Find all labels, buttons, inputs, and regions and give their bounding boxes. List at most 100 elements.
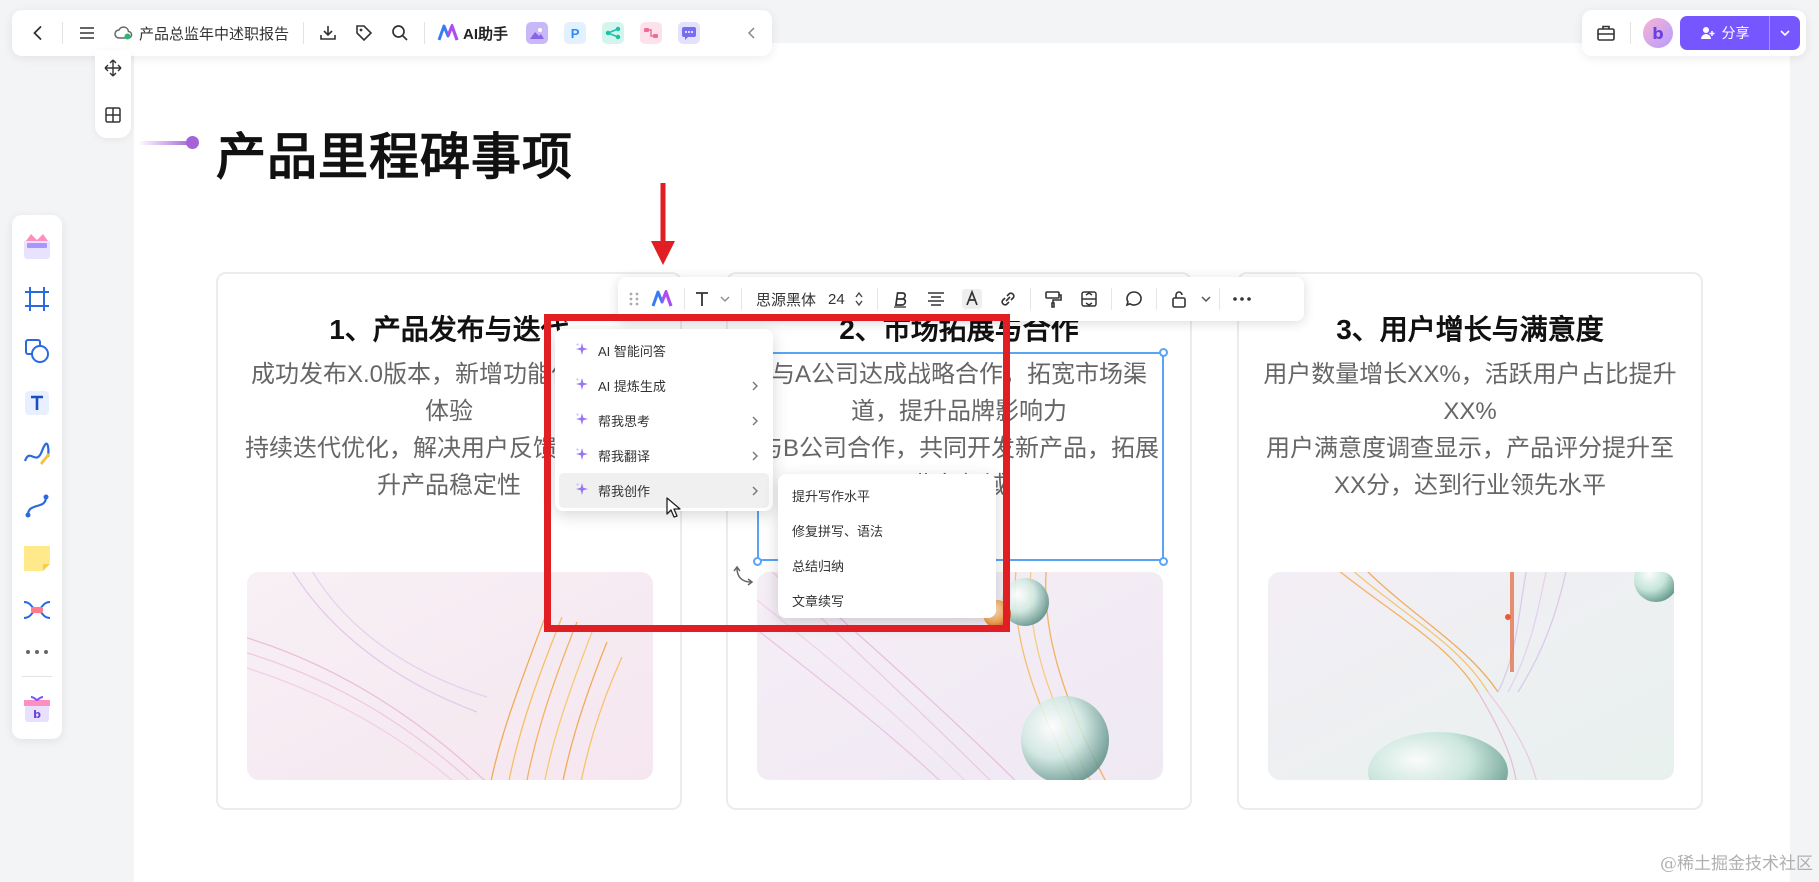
watermark: @稀土掘金技术社区 xyxy=(1660,854,1813,874)
ai-dropdown-menu: AI 智能问答 AI 提炼生成帮我思考 帮我翻译 帮我创作 xyxy=(555,329,773,511)
move-tool-button[interactable] xyxy=(103,58,123,83)
share-dropdown-button[interactable] xyxy=(1769,16,1800,50)
image-app-icon[interactable] xyxy=(526,22,549,44)
download-icon xyxy=(320,26,336,40)
ai-assistant-button[interactable]: AI助手 xyxy=(463,23,508,44)
ai-menu-item-label: AI 提炼生成 xyxy=(598,379,666,394)
frame-tool-button[interactable] xyxy=(17,277,57,321)
p-app-icon[interactable]: P xyxy=(564,22,587,44)
ai-submenu-item[interactable]: 提升写作水平 xyxy=(778,478,996,513)
align-center-icon xyxy=(927,292,944,306)
page-title[interactable]: 产品里程碑事项 xyxy=(216,117,573,189)
back-button[interactable] xyxy=(20,15,56,51)
divider xyxy=(62,22,63,44)
connector-icon xyxy=(25,494,49,518)
font-size-stepper[interactable] xyxy=(851,281,867,317)
lock-button[interactable] xyxy=(1161,281,1197,317)
chevron-down-icon xyxy=(1780,30,1790,37)
ai-menu-item[interactable]: AI 提炼生成 xyxy=(559,368,769,403)
annotation-arrow-icon xyxy=(651,183,675,265)
drag-handle[interactable] xyxy=(624,281,644,317)
text-style-dropdown[interactable] xyxy=(689,281,737,317)
share-button[interactable]: 分享 xyxy=(1680,16,1800,50)
card-title[interactable]: 3、用户增长与满意度 xyxy=(1239,308,1701,348)
search-button[interactable] xyxy=(382,15,418,51)
spacing-icon xyxy=(1080,291,1097,307)
sparkle-icon xyxy=(575,377,589,394)
ai-menu-item[interactable]: 帮我翻译 xyxy=(559,438,769,473)
ai-submenu-item[interactable]: 文章续写 xyxy=(778,583,996,618)
ai-menu-item[interactable]: 帮我创作 xyxy=(559,473,769,508)
ai-menu-item[interactable]: 帮我思考 xyxy=(559,403,769,438)
text-color-button[interactable] xyxy=(954,281,990,317)
search-icon xyxy=(392,25,408,41)
card-image[interactable] xyxy=(247,572,653,780)
ai-submenu-item[interactable]: 总结归纳 xyxy=(778,548,996,583)
mindmap-tool-button[interactable] xyxy=(17,588,57,632)
frame-icon xyxy=(25,286,49,311)
menu-button[interactable] xyxy=(69,15,105,51)
more-options-button[interactable] xyxy=(1224,281,1260,317)
resize-handle[interactable] xyxy=(1159,348,1168,357)
font-size-input[interactable]: 24 xyxy=(828,291,845,308)
more-tools-button[interactable] xyxy=(17,640,57,664)
card-paragraph: 用户满意度调查显示，产品评分提升至XX分，达到行业领先水平 xyxy=(1266,435,1674,499)
title-decoration-line xyxy=(138,141,192,145)
flow-app-icon[interactable] xyxy=(602,22,625,44)
ai-assist-button[interactable] xyxy=(644,281,680,317)
chevron-right-icon xyxy=(751,415,759,427)
sticky-note-tool-button[interactable] xyxy=(17,536,57,580)
connector-tool-button[interactable] xyxy=(17,484,57,528)
card-image[interactable] xyxy=(1268,572,1674,780)
add-user-icon xyxy=(1700,27,1714,39)
chevron-right-icon xyxy=(751,450,759,462)
avatar[interactable]: b xyxy=(1643,18,1673,48)
download-button[interactable] xyxy=(310,15,346,51)
toolbox-button[interactable] xyxy=(1588,15,1624,51)
ai-assistant-logo-icon[interactable] xyxy=(437,24,459,42)
template-tool-button[interactable] xyxy=(17,225,57,269)
bold-icon xyxy=(893,292,906,308)
divider xyxy=(1029,288,1031,310)
mindmap-app-icon[interactable] xyxy=(640,22,663,44)
milestone-card-3[interactable]: 3、用户增长与满意度 用户数量增长XX%，活跃用户占比提升XX% 用户满意度调查显… xyxy=(1237,272,1703,810)
more-icon xyxy=(1232,297,1251,301)
card-body[interactable]: 用户数量增长XX%，活跃用户占比提升XX% 用户满意度调查显示，产品评分提升至XX… xyxy=(1261,356,1679,504)
chat-app-icon[interactable] xyxy=(678,22,701,44)
divider xyxy=(1155,288,1157,310)
sparkle-icon xyxy=(575,412,589,429)
document-title[interactable]: 产品总监年中述职报告 xyxy=(139,23,289,44)
divider xyxy=(1630,22,1631,44)
comment-icon xyxy=(1125,291,1142,307)
text-style-icon xyxy=(696,292,730,306)
collapse-apps-button[interactable] xyxy=(740,15,764,51)
divider xyxy=(684,288,685,310)
unlock-icon xyxy=(1171,291,1186,308)
text-tool-button[interactable] xyxy=(17,381,57,425)
left-toolbar: b xyxy=(12,215,62,739)
link-button[interactable] xyxy=(990,281,1026,317)
ai-menu-item[interactable]: AI 智能问答 xyxy=(559,333,769,368)
shape-tool-button[interactable] xyxy=(17,329,57,373)
tag-button[interactable] xyxy=(346,15,382,51)
format-painter-button[interactable] xyxy=(1035,281,1071,317)
pen-tool-button[interactable] xyxy=(17,433,57,477)
align-button[interactable] xyxy=(918,281,954,317)
table-tool-button[interactable] xyxy=(103,105,123,130)
ai-menu-item-label: AI 智能问答 xyxy=(598,344,666,359)
plugin-box-button[interactable]: b xyxy=(17,687,57,731)
resize-handle[interactable] xyxy=(1159,557,1168,566)
sticky-note-icon xyxy=(24,546,50,572)
ai-submenu-item[interactable]: 修复拼写、语法 xyxy=(778,513,996,548)
ai-logo-icon xyxy=(651,290,673,307)
spacing-button[interactable] xyxy=(1071,281,1107,317)
rotate-handle[interactable] xyxy=(733,564,755,591)
sparkle-icon xyxy=(575,482,589,499)
font-family-select[interactable]: 思源黑体 xyxy=(756,289,816,310)
lock-dropdown-button[interactable] xyxy=(1197,281,1215,317)
bold-button[interactable] xyxy=(882,281,918,317)
mindmap-icon xyxy=(23,601,51,620)
comment-button[interactable] xyxy=(1116,281,1152,317)
rotate-icon xyxy=(733,565,754,586)
gift-box-icon: b xyxy=(24,696,50,722)
